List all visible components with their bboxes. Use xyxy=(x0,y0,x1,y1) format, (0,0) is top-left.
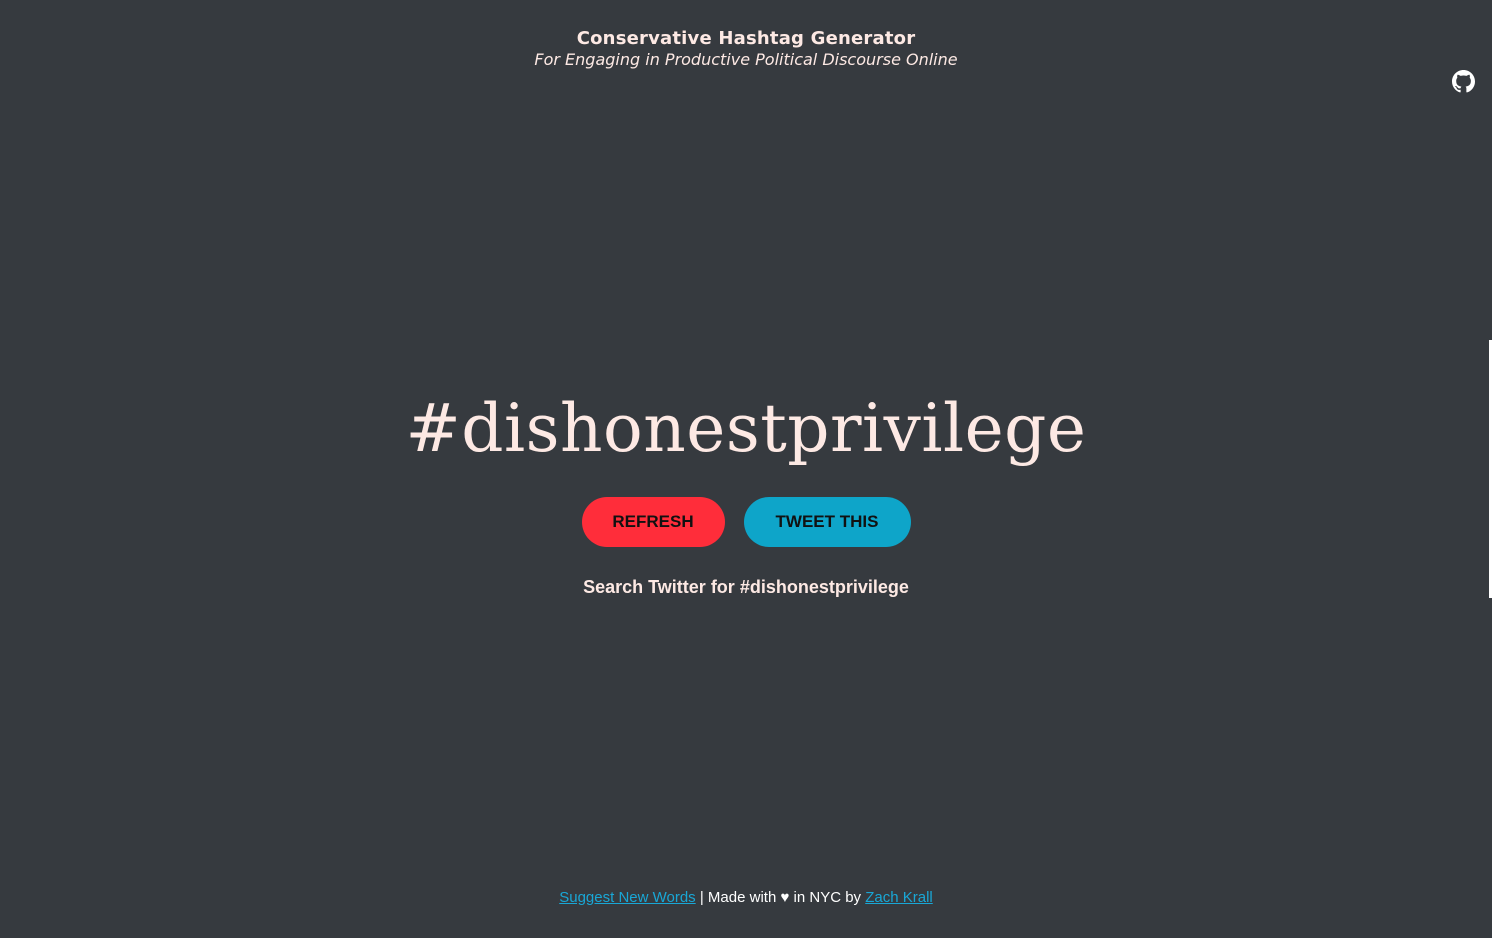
search-prefix: Search Twitter for xyxy=(583,577,740,597)
suggest-words-link[interactable]: Suggest New Words xyxy=(559,889,695,906)
footer-location: in NYC by xyxy=(789,889,866,906)
footer: Suggest New Words | Made with ♥ in NYC b… xyxy=(0,889,1492,906)
author-link[interactable]: Zach Krall xyxy=(865,889,933,906)
tweet-button[interactable]: TWEET THIS xyxy=(743,497,911,547)
footer-separator: | Made with xyxy=(695,889,781,906)
page: Conservative Hashtag Generator For Engag… xyxy=(0,0,1492,938)
header: Conservative Hashtag Generator For Engag… xyxy=(0,28,1492,70)
generated-hashtag: #dishonestprivilege xyxy=(405,390,1087,467)
action-buttons: REFRESH TWEET THIS xyxy=(0,497,1492,547)
github-icon xyxy=(1452,70,1475,93)
search-hashtag: #dishonestprivilege xyxy=(739,577,909,597)
refresh-button[interactable]: REFRESH xyxy=(581,497,725,547)
site-subtitle: For Engaging in Productive Political Dis… xyxy=(534,50,958,69)
search-twitter: Search Twitter for #dishonestprivilege xyxy=(0,577,1492,598)
search-twitter-link[interactable]: Search Twitter for #dishonestprivilege xyxy=(583,577,909,597)
site-title: Conservative Hashtag Generator xyxy=(576,28,916,49)
github-link[interactable] xyxy=(1452,70,1475,93)
